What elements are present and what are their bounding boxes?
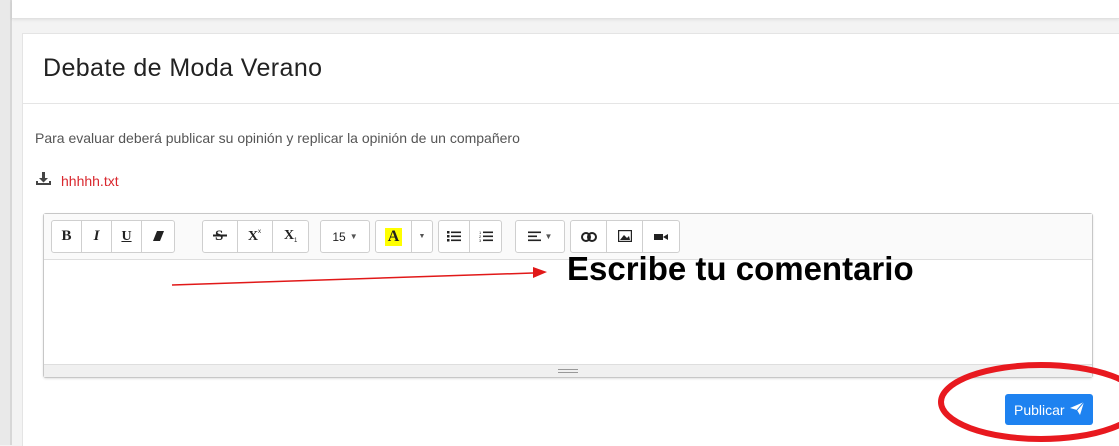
chevron-down-icon: ▼: [418, 233, 426, 240]
eraser-button[interactable]: [142, 221, 174, 252]
ordered-list-icon: 123: [479, 229, 493, 245]
insert-group: [570, 220, 680, 253]
publish-label: Publicar: [1014, 401, 1065, 418]
highlight-color-button[interactable]: A: [376, 221, 412, 252]
unordered-list-button[interactable]: [439, 221, 470, 252]
insert-video-button[interactable]: [643, 221, 679, 252]
forum-card: Debate de Moda Verano Para evaluar deber…: [22, 33, 1119, 446]
subscript-icon: X1: [283, 227, 299, 246]
align-icon: [527, 229, 541, 245]
superscript-icon: Xx: [247, 227, 263, 246]
svg-text:X: X: [284, 228, 294, 243]
link-icon: [580, 229, 597, 245]
unordered-list-icon: [447, 229, 461, 245]
attachment[interactable]: hhhhh.txt: [35, 171, 119, 191]
list-group: 123: [438, 220, 502, 253]
ordered-list-button[interactable]: 123: [470, 221, 501, 252]
comment-editor: B I U S Xx X 1 15 ▼ A ▼ 1 2 3 ▼: [43, 213, 1093, 378]
resize-grip-icon: [558, 369, 578, 373]
underline-button[interactable]: U: [112, 221, 142, 252]
font-style-group: B I U: [51, 220, 175, 253]
svg-text:X: X: [248, 229, 258, 243]
page-title: Debate de Moda Verano: [43, 54, 323, 82]
annotation-label: Escribe tu comentario: [567, 250, 914, 287]
card-header: Debate de Moda Verano: [23, 34, 1119, 104]
superscript-button[interactable]: Xx: [238, 221, 273, 252]
publish-button[interactable]: Publicar: [1005, 394, 1093, 425]
video-icon: [654, 229, 668, 245]
svg-text:1: 1: [294, 238, 298, 243]
bold-button[interactable]: B: [52, 221, 82, 252]
strikethrough-icon: S: [213, 227, 227, 246]
editor-resize-handle[interactable]: [44, 364, 1092, 377]
italic-button[interactable]: I: [82, 221, 112, 252]
download-icon[interactable]: [35, 171, 52, 191]
insert-link-button[interactable]: [571, 221, 607, 252]
chevron-down-icon: ▼: [544, 232, 553, 241]
svg-text:3: 3: [479, 238, 482, 242]
chevron-down-icon: ▼: [349, 232, 358, 241]
strikethrough-button[interactable]: S: [203, 221, 238, 252]
top-bar: [12, 0, 1119, 19]
instructions-text: Para evaluar deberá publicar su opinión …: [35, 130, 520, 146]
color-group: A ▼: [375, 220, 433, 253]
font-size-value: 15: [332, 229, 346, 244]
attachment-link[interactable]: hhhhh.txt: [61, 173, 119, 189]
eraser-icon: [152, 229, 165, 245]
image-icon: [617, 229, 632, 245]
highlight-color-icon: A: [384, 227, 403, 246]
script-group: S Xx X1: [202, 220, 309, 253]
left-sidebar-strip: [0, 0, 10, 445]
paper-plane-icon: [1069, 401, 1084, 418]
font-size-group: 15 ▼: [320, 220, 370, 253]
font-size-dropdown[interactable]: 15 ▼: [321, 221, 369, 252]
insert-image-button[interactable]: [607, 221, 643, 252]
align-group: ▼: [515, 220, 565, 253]
svg-text:x: x: [258, 229, 261, 235]
sidebar-divider: [10, 0, 12, 445]
align-dropdown-button[interactable]: ▼: [516, 221, 564, 252]
subscript-button[interactable]: X1: [273, 221, 308, 252]
color-dropdown-button[interactable]: ▼: [412, 221, 432, 252]
